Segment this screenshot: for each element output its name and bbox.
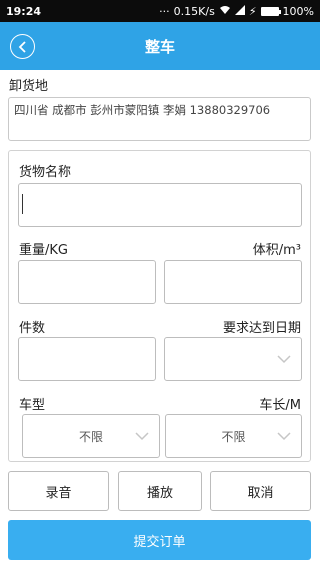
chevron-down-icon — [277, 432, 291, 441]
battery-percent: 100% — [282, 4, 314, 18]
network-speed: 0.15K/s — [173, 4, 215, 18]
vehicle-type-select[interactable]: 不限 — [22, 414, 160, 458]
status-time: 19:24 — [6, 4, 42, 18]
text-cursor — [22, 194, 23, 214]
wifi-icon — [219, 5, 231, 18]
vehicle-length-label: 车长/M — [259, 398, 301, 413]
action-buttons: 录音 播放 取消 — [8, 471, 311, 511]
record-button[interactable]: 录音 — [8, 471, 109, 511]
vehicle-length-select[interactable]: 不限 — [165, 414, 302, 458]
unload-address-field[interactable]: 四川省 成都市 彭州市蒙阳镇 李娟 13880329706 — [8, 97, 311, 141]
pieces-label: 件数 — [19, 321, 46, 336]
volume-input[interactable] — [164, 260, 302, 304]
goods-name-input[interactable] — [18, 183, 302, 227]
battery-icon — [260, 6, 281, 16]
dots-icon: ··· — [159, 4, 170, 18]
back-button[interactable] — [10, 34, 35, 59]
play-button[interactable]: 播放 — [118, 471, 202, 511]
status-bar: 19:24 ··· 0.15K/s ⚡ 100% — [0, 0, 320, 22]
signal-icon — [234, 4, 245, 18]
app-header: 整车 — [0, 22, 320, 70]
required-date-select[interactable] — [164, 337, 302, 381]
charging-icon: ⚡ — [248, 4, 257, 18]
goods-name-label: 货物名称 — [19, 165, 72, 180]
chevron-left-icon — [18, 40, 26, 53]
chevron-down-icon — [135, 432, 149, 441]
unload-label: 卸货地 — [9, 79, 49, 94]
pieces-input[interactable] — [18, 337, 156, 381]
cancel-button[interactable]: 取消 — [210, 471, 311, 511]
vehicle-type-value: 不限 — [78, 429, 103, 444]
weight-input[interactable] — [18, 260, 156, 304]
submit-order-button[interactable]: 提交订单 — [8, 520, 311, 560]
vehicle-type-label: 车型 — [19, 398, 46, 413]
vehicle-length-value: 不限 — [221, 429, 246, 444]
page-title: 整车 — [144, 37, 175, 56]
status-right: ··· 0.15K/s ⚡ 100% — [159, 4, 314, 18]
volume-label: 体积/m³ — [252, 243, 301, 258]
weight-label: 重量/KG — [19, 243, 68, 258]
required-date-label: 要求达到日期 — [222, 321, 301, 336]
chevron-down-icon — [277, 355, 291, 364]
cargo-form: 货物名称 重量/KG 体积/m³ 件数 要求达到日期 车型 车长/M 不限 不限 — [8, 150, 311, 462]
